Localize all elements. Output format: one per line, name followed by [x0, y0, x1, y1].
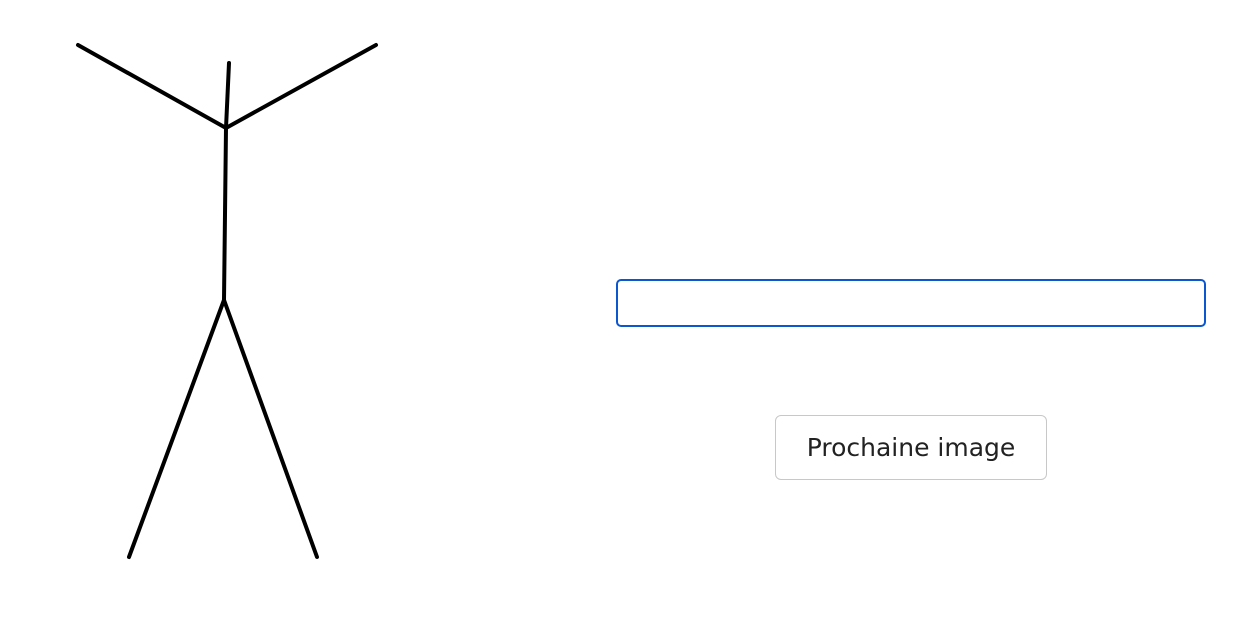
stick-figure-torso — [222, 126, 228, 302]
page: Prochaine image — [0, 0, 1251, 622]
stick-figure-right-leg — [222, 298, 319, 559]
stick-figure-left-arm — [76, 43, 228, 130]
next-image-button[interactable]: Prochaine image — [775, 415, 1047, 480]
stick-figure-image — [76, 43, 378, 559]
answer-input[interactable] — [616, 279, 1206, 327]
stick-figure-head-stroke — [224, 61, 231, 130]
stick-figure-right-arm — [224, 43, 378, 130]
stick-figure-left-leg — [127, 298, 226, 559]
